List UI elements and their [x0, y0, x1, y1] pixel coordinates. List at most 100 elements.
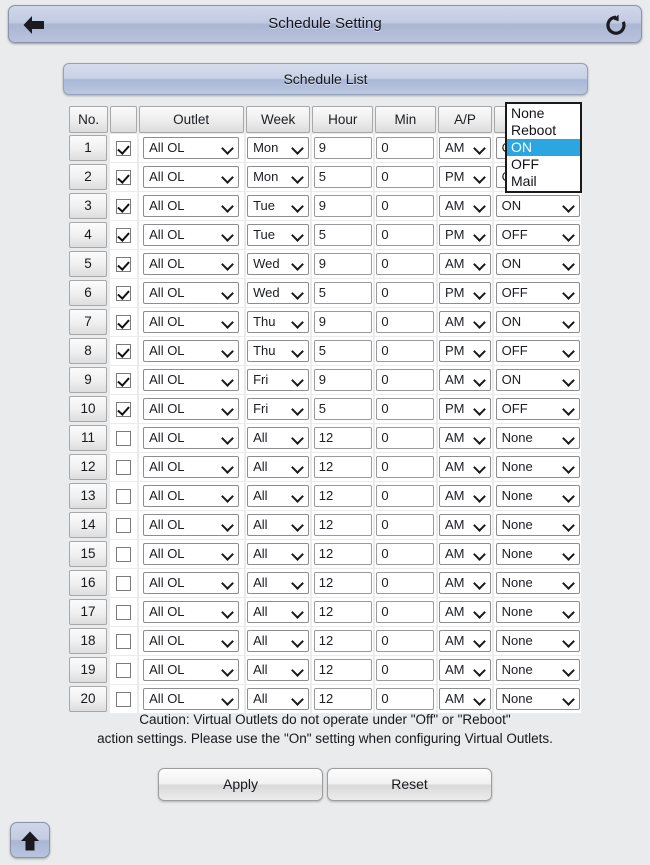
scroll-top-button[interactable]	[10, 822, 50, 858]
week-select[interactable]: All	[247, 456, 309, 478]
hour-input[interactable]: 12	[314, 630, 372, 652]
hour-input[interactable]: 9	[314, 369, 372, 391]
min-input[interactable]: 0	[376, 543, 434, 565]
hour-input[interactable]: 12	[314, 659, 372, 681]
min-input[interactable]: 0	[376, 456, 434, 478]
ampm-select[interactable]: AM	[439, 659, 491, 681]
hour-input[interactable]: 12	[314, 514, 372, 536]
outlet-select[interactable]: All OL	[143, 485, 239, 507]
enable-checkbox[interactable]	[116, 692, 131, 707]
hour-input[interactable]: 5	[314, 224, 372, 246]
outlet-select[interactable]: All OL	[143, 514, 239, 536]
ampm-select[interactable]: AM	[439, 195, 491, 217]
week-select[interactable]: All	[247, 485, 309, 507]
ampm-select[interactable]: AM	[439, 688, 491, 710]
hour-input[interactable]: 12	[314, 485, 372, 507]
week-select[interactable]: All	[247, 659, 309, 681]
outlet-select[interactable]: All OL	[143, 398, 239, 420]
outlet-select[interactable]: All OL	[143, 456, 239, 478]
ampm-select[interactable]: PM	[439, 224, 491, 246]
ampm-select[interactable]: AM	[439, 572, 491, 594]
ampm-select[interactable]: AM	[439, 456, 491, 478]
min-input[interactable]: 0	[376, 398, 434, 420]
action-select[interactable]: None	[496, 485, 580, 507]
week-select[interactable]: All	[247, 543, 309, 565]
week-select[interactable]: Thu	[247, 340, 309, 362]
hour-input[interactable]: 12	[314, 572, 372, 594]
enable-checkbox[interactable]	[116, 141, 131, 156]
enable-checkbox[interactable]	[116, 199, 131, 214]
outlet-select[interactable]: All OL	[143, 311, 239, 333]
min-input[interactable]: 0	[376, 630, 434, 652]
week-select[interactable]: All	[247, 514, 309, 536]
hour-input[interactable]: 12	[314, 456, 372, 478]
outlet-select[interactable]: All OL	[143, 601, 239, 623]
week-select[interactable]: All	[247, 427, 309, 449]
enable-checkbox[interactable]	[116, 344, 131, 359]
min-input[interactable]: 0	[376, 514, 434, 536]
hour-input[interactable]: 5	[314, 282, 372, 304]
action-select[interactable]: OFF	[496, 224, 580, 246]
enable-checkbox[interactable]	[116, 257, 131, 272]
min-input[interactable]: 0	[376, 311, 434, 333]
min-input[interactable]: 0	[376, 166, 434, 188]
outlet-select[interactable]: All OL	[143, 572, 239, 594]
week-select[interactable]: Thu	[247, 311, 309, 333]
hour-input[interactable]: 5	[314, 340, 372, 362]
min-input[interactable]: 0	[376, 282, 434, 304]
outlet-select[interactable]: All OL	[143, 630, 239, 652]
hour-input[interactable]: 9	[314, 311, 372, 333]
action-select[interactable]: ON	[496, 369, 580, 391]
action-select[interactable]: None	[496, 514, 580, 536]
min-input[interactable]: 0	[376, 688, 434, 710]
action-select[interactable]: None	[496, 427, 580, 449]
ampm-select[interactable]: AM	[439, 253, 491, 275]
min-input[interactable]: 0	[376, 572, 434, 594]
hour-input[interactable]: 12	[314, 688, 372, 710]
outlet-select[interactable]: All OL	[143, 195, 239, 217]
action-select[interactable]: ON	[496, 311, 580, 333]
hour-input[interactable]: 9	[314, 253, 372, 275]
action-select[interactable]: None	[496, 659, 580, 681]
week-select[interactable]: Mon	[247, 137, 309, 159]
outlet-select[interactable]: All OL	[143, 688, 239, 710]
hour-input[interactable]: 5	[314, 398, 372, 420]
hour-input[interactable]: 9	[314, 195, 372, 217]
ampm-select[interactable]: AM	[439, 369, 491, 391]
enable-checkbox[interactable]	[116, 402, 131, 417]
ampm-select[interactable]: PM	[439, 340, 491, 362]
action-option[interactable]: Reboot	[507, 122, 580, 139]
hour-input[interactable]: 12	[314, 601, 372, 623]
hour-input[interactable]: 9	[314, 137, 372, 159]
hour-input[interactable]: 12	[314, 543, 372, 565]
week-select[interactable]: All	[247, 688, 309, 710]
enable-checkbox[interactable]	[116, 663, 131, 678]
week-select[interactable]: Wed	[247, 253, 309, 275]
outlet-select[interactable]: All OL	[143, 340, 239, 362]
min-input[interactable]: 0	[376, 485, 434, 507]
action-option[interactable]: Mail	[507, 173, 580, 190]
enable-checkbox[interactable]	[116, 460, 131, 475]
enable-checkbox[interactable]	[116, 605, 131, 620]
action-select[interactable]: None	[496, 630, 580, 652]
action-select[interactable]: OFF	[496, 398, 580, 420]
min-input[interactable]: 0	[376, 369, 434, 391]
min-input[interactable]: 0	[376, 253, 434, 275]
week-select[interactable]: Fri	[247, 398, 309, 420]
enable-checkbox[interactable]	[116, 315, 131, 330]
hour-input[interactable]: 5	[314, 166, 372, 188]
ampm-select[interactable]: PM	[439, 398, 491, 420]
ampm-select[interactable]: AM	[439, 137, 491, 159]
ampm-select[interactable]: AM	[439, 427, 491, 449]
apply-button[interactable]: Apply	[158, 768, 323, 801]
outlet-select[interactable]: All OL	[143, 543, 239, 565]
action-select[interactable]: None	[496, 688, 580, 710]
min-input[interactable]: 0	[376, 224, 434, 246]
outlet-select[interactable]: All OL	[143, 166, 239, 188]
min-input[interactable]: 0	[376, 195, 434, 217]
min-input[interactable]: 0	[376, 427, 434, 449]
ampm-select[interactable]: AM	[439, 543, 491, 565]
action-select[interactable]: None	[496, 456, 580, 478]
action-option[interactable]: OFF	[507, 156, 580, 173]
ampm-select[interactable]: AM	[439, 485, 491, 507]
